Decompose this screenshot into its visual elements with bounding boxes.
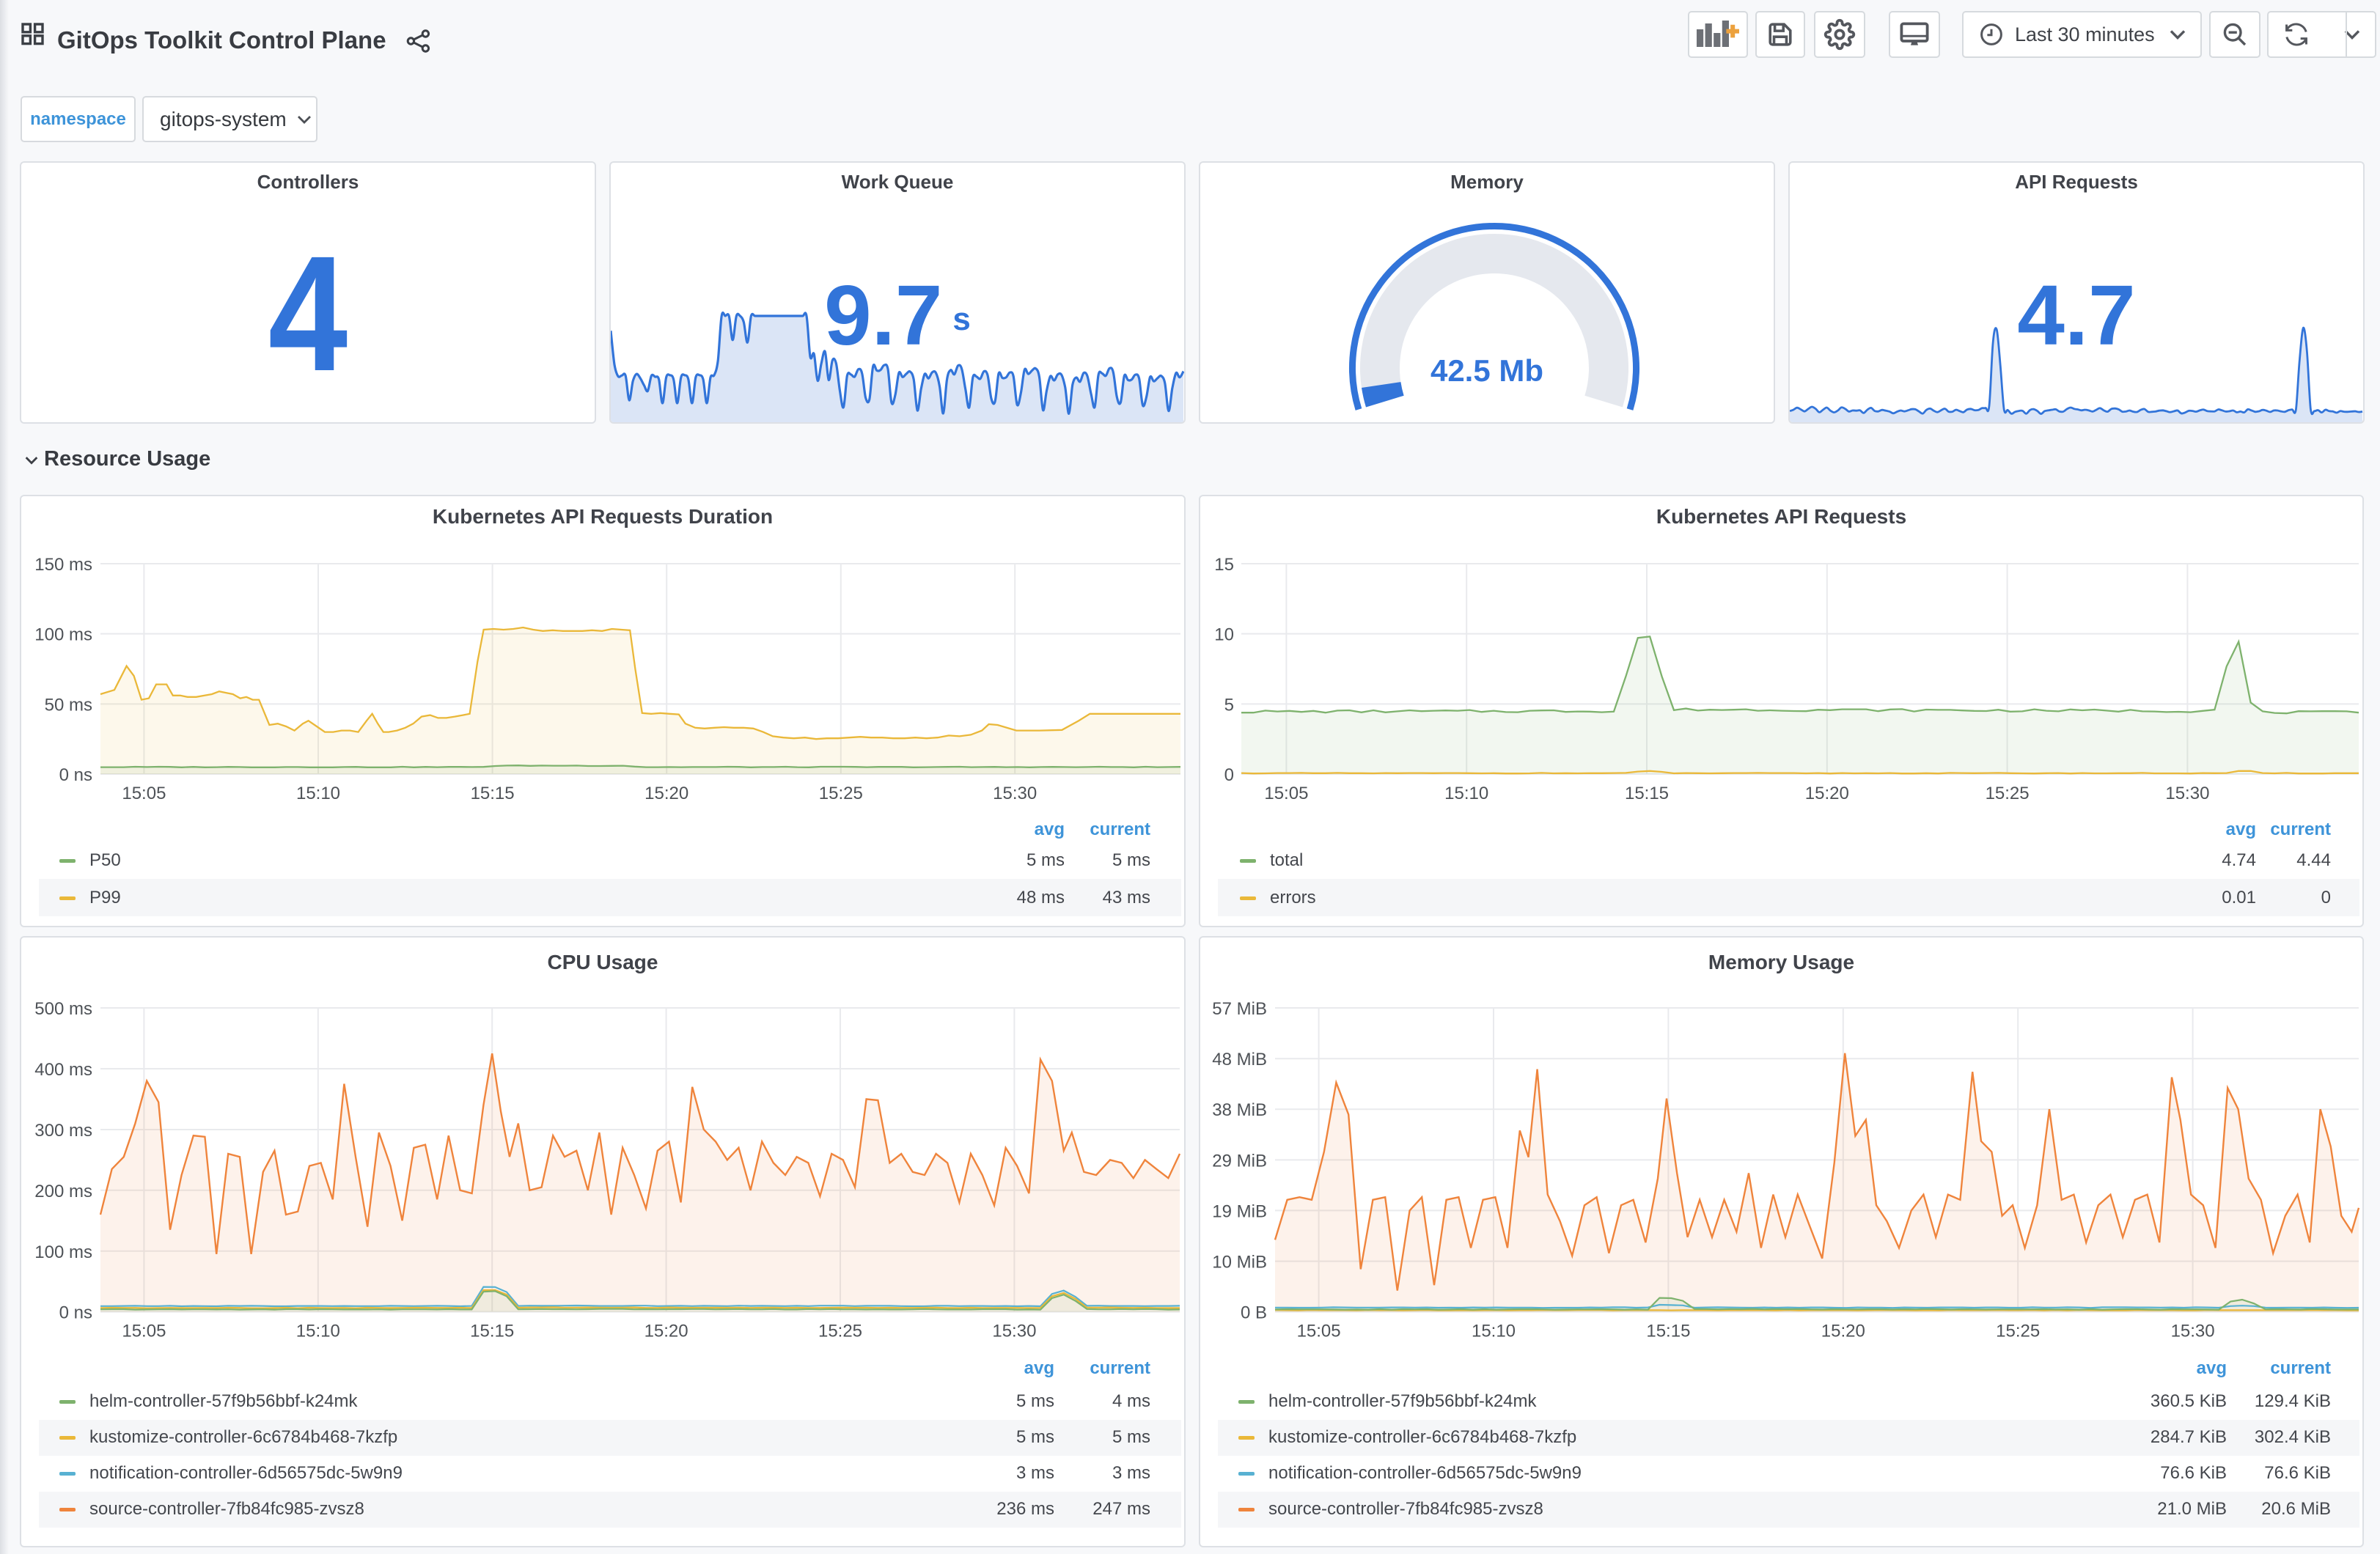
svg-text:0 ns: 0 ns	[59, 765, 92, 785]
svg-text:15:25: 15:25	[1986, 784, 2030, 803]
svg-text:15:25: 15:25	[818, 1322, 862, 1341]
svg-text:15:15: 15:15	[1646, 1322, 1690, 1341]
svg-text:15:25: 15:25	[1996, 1322, 2040, 1341]
svg-text:15:10: 15:10	[1472, 1322, 1516, 1341]
svg-text:15:10: 15:10	[1444, 784, 1488, 803]
svg-text:5: 5	[1224, 695, 1234, 715]
svg-text:200 ms: 200 ms	[34, 1182, 92, 1201]
svg-text:57 MiB: 57 MiB	[1212, 999, 1267, 1019]
svg-text:0 ns: 0 ns	[59, 1303, 92, 1323]
svg-text:15:15: 15:15	[470, 1322, 514, 1341]
svg-text:15:30: 15:30	[992, 1322, 1036, 1341]
svg-text:29 MiB: 29 MiB	[1212, 1151, 1267, 1171]
svg-text:400 ms: 400 ms	[34, 1060, 92, 1080]
svg-text:15:30: 15:30	[2171, 1322, 2215, 1341]
svg-text:100 ms: 100 ms	[34, 625, 92, 645]
svg-text:500 ms: 500 ms	[34, 999, 92, 1019]
svg-text:15:20: 15:20	[644, 1322, 688, 1341]
svg-text:150 ms: 150 ms	[34, 555, 92, 575]
svg-text:48 MiB: 48 MiB	[1212, 1050, 1267, 1069]
svg-text:15:15: 15:15	[1625, 784, 1669, 803]
svg-text:10 MiB: 10 MiB	[1212, 1253, 1267, 1273]
svg-text:0: 0	[1224, 765, 1234, 785]
svg-text:15:05: 15:05	[1297, 1322, 1341, 1341]
svg-text:38 MiB: 38 MiB	[1212, 1100, 1267, 1120]
svg-text:15:10: 15:10	[296, 1322, 340, 1341]
svg-text:15:20: 15:20	[1821, 1322, 1865, 1341]
svg-text:15:10: 15:10	[296, 784, 340, 803]
svg-text:100 ms: 100 ms	[34, 1242, 92, 1262]
svg-text:15:05: 15:05	[1264, 784, 1308, 803]
svg-text:15:30: 15:30	[993, 784, 1037, 803]
svg-text:15:20: 15:20	[644, 784, 688, 803]
svg-text:10: 10	[1214, 625, 1234, 645]
svg-text:15:15: 15:15	[471, 784, 515, 803]
svg-text:50 ms: 50 ms	[45, 695, 92, 715]
svg-text:300 ms: 300 ms	[34, 1121, 92, 1141]
svg-text:15:20: 15:20	[1805, 784, 1849, 803]
svg-text:15:30: 15:30	[2165, 784, 2209, 803]
svg-text:15:05: 15:05	[122, 784, 166, 803]
svg-text:0 B: 0 B	[1241, 1303, 1267, 1323]
svg-text:15:25: 15:25	[819, 784, 863, 803]
svg-text:15:05: 15:05	[122, 1322, 166, 1341]
svg-text:19 MiB: 19 MiB	[1212, 1201, 1267, 1221]
svg-text:15: 15	[1214, 555, 1234, 575]
